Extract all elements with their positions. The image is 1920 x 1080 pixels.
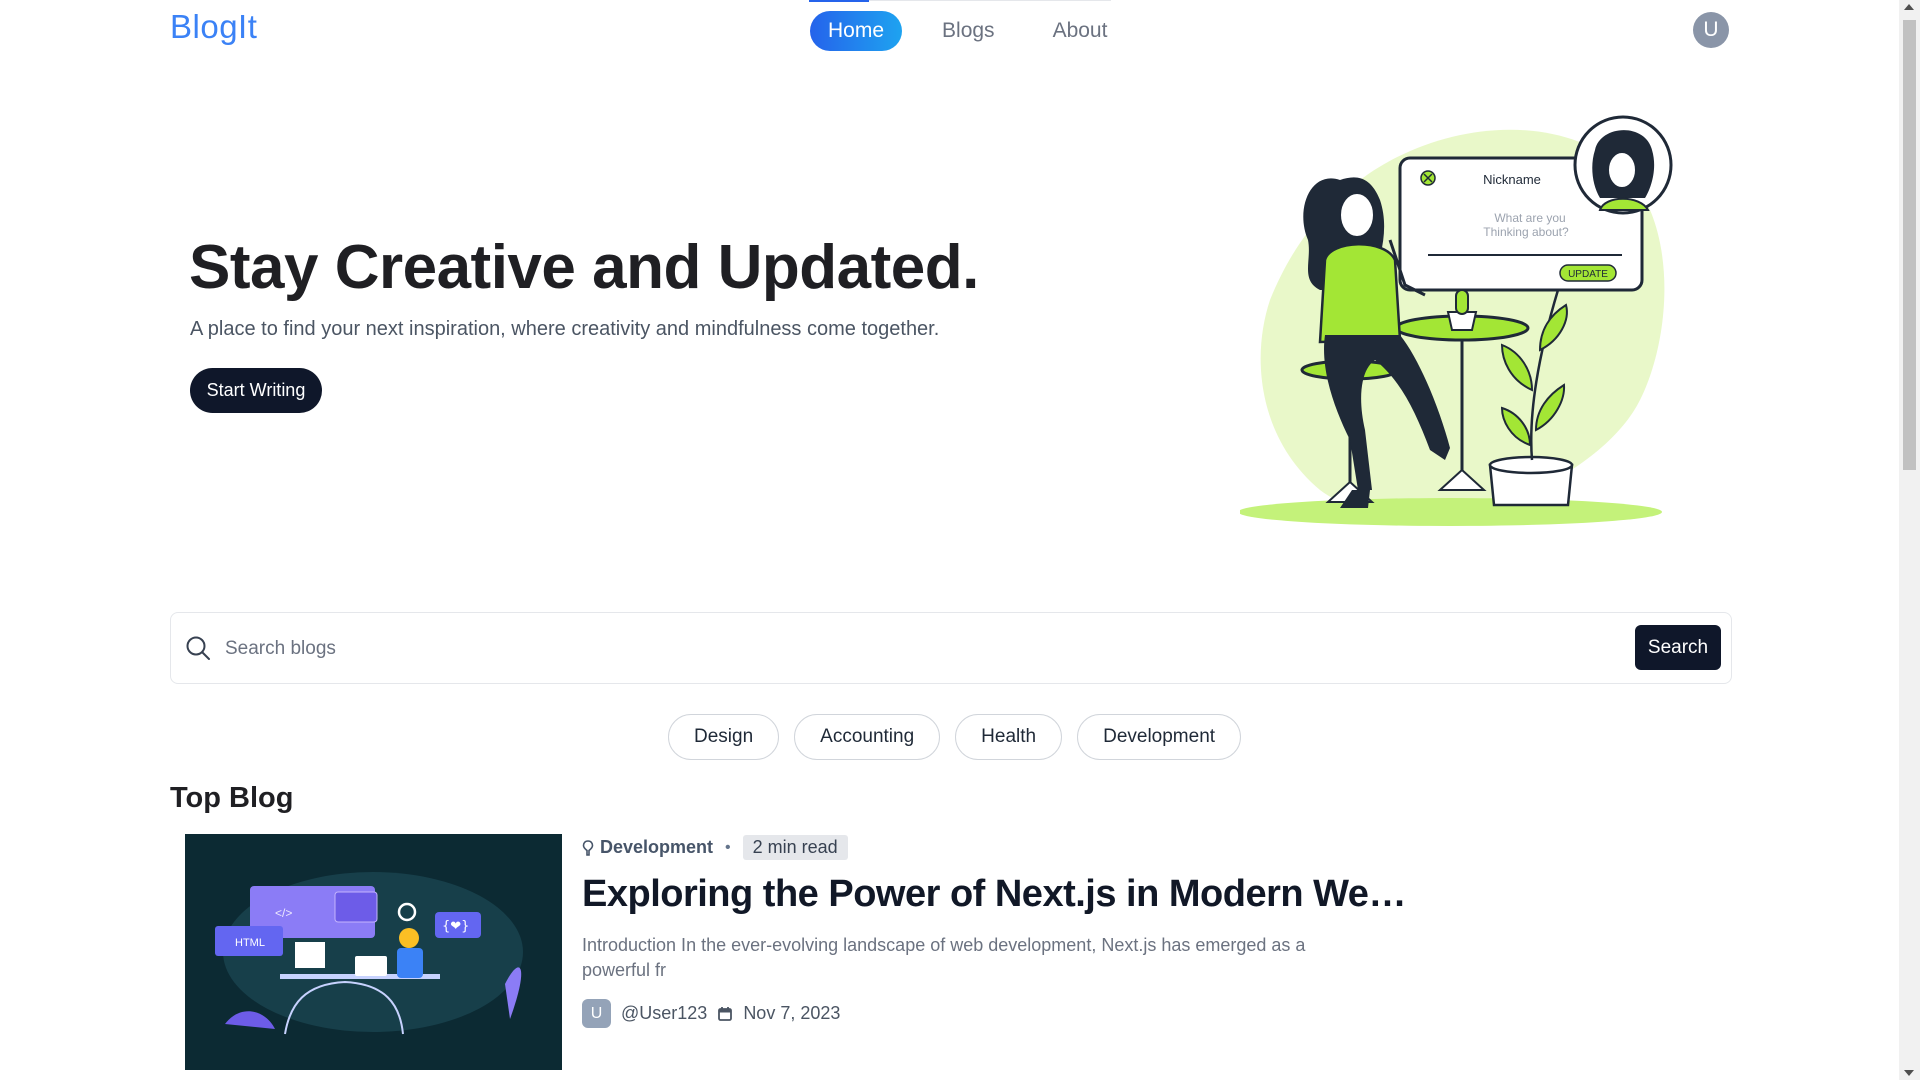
scrollbar-thumb[interactable]	[1903, 20, 1916, 470]
read-time-badge: 2 min read	[742, 835, 848, 860]
search-button[interactable]: Search	[1635, 625, 1721, 670]
hero-subtitle: A place to find your next inspiration, w…	[190, 318, 940, 340]
author-name[interactable]: @User123	[621, 1003, 707, 1024]
user-avatar[interactable]: U	[1693, 12, 1729, 48]
chip-development[interactable]: Development	[1077, 714, 1242, 760]
scroll-down-arrow[interactable]	[1904, 1070, 1914, 1076]
hero-title: Stay Creative and Updated.	[189, 233, 979, 302]
blog-image-code-label: </>	[275, 906, 292, 920]
nav-about-link[interactable]: About	[1035, 11, 1126, 51]
blog-image-html-label: HTML	[235, 937, 265, 949]
blog-image-heart-label: {❤}	[442, 919, 469, 934]
category-chips: Design Accounting Health Development	[668, 714, 1242, 760]
blog-thumbnail[interactable]: </> HTML {❤}	[185, 834, 562, 1070]
blog-excerpt: Introduction In the ever-evolving landsc…	[582, 935, 1306, 980]
scroll-up-arrow[interactable]	[1904, 4, 1914, 10]
chip-design[interactable]: Design	[668, 714, 780, 760]
blog-title[interactable]: Exploring the Power of Next.js in Modern…	[582, 873, 1412, 916]
search-icon	[186, 636, 210, 660]
pin-icon	[582, 839, 594, 856]
hero-illustration: Nickname What are you Thinking about? UP…	[1240, 115, 1673, 526]
brand-logo[interactable]: BlogIt	[170, 8, 257, 46]
chip-health[interactable]: Health	[955, 714, 1063, 760]
search-bar: Search	[170, 612, 1732, 684]
meta-separator: •	[725, 838, 731, 856]
blog-date: Nov 7, 2023	[743, 1003, 841, 1023]
top-nav: BlogIt Home Blogs About U	[0, 0, 1899, 60]
illus-card-button: UPDATE	[1568, 269, 1608, 280]
nav-divider	[869, 0, 1111, 1]
nav-blogs-link[interactable]: Blogs	[924, 11, 1013, 51]
blog-author-row: U @User123 Nov 7, 2023	[582, 999, 840, 1028]
nav-links: Home Blogs About	[810, 11, 1125, 51]
section-title: Top Blog	[170, 782, 294, 814]
chip-accounting[interactable]: Accounting	[794, 714, 941, 760]
page-scrollbar[interactable]	[1899, 0, 1920, 1080]
nav-home-link[interactable]: Home	[810, 11, 903, 51]
blog-category-label: Development	[600, 837, 714, 857]
blog-category[interactable]: Development	[582, 837, 713, 858]
start-writing-button[interactable]: Start Writing	[190, 368, 322, 413]
nav-active-indicator	[809, 0, 869, 2]
search-input[interactable]	[223, 633, 1527, 665]
illus-card-title: Nickname	[1483, 172, 1541, 187]
calendar-icon	[718, 1006, 733, 1021]
illus-card-placeholder-1: What are you	[1494, 211, 1565, 225]
author-avatar: U	[582, 999, 611, 1028]
blog-meta: Development • 2 min read	[582, 835, 848, 860]
illus-card-placeholder-2: Thinking about?	[1483, 225, 1569, 239]
